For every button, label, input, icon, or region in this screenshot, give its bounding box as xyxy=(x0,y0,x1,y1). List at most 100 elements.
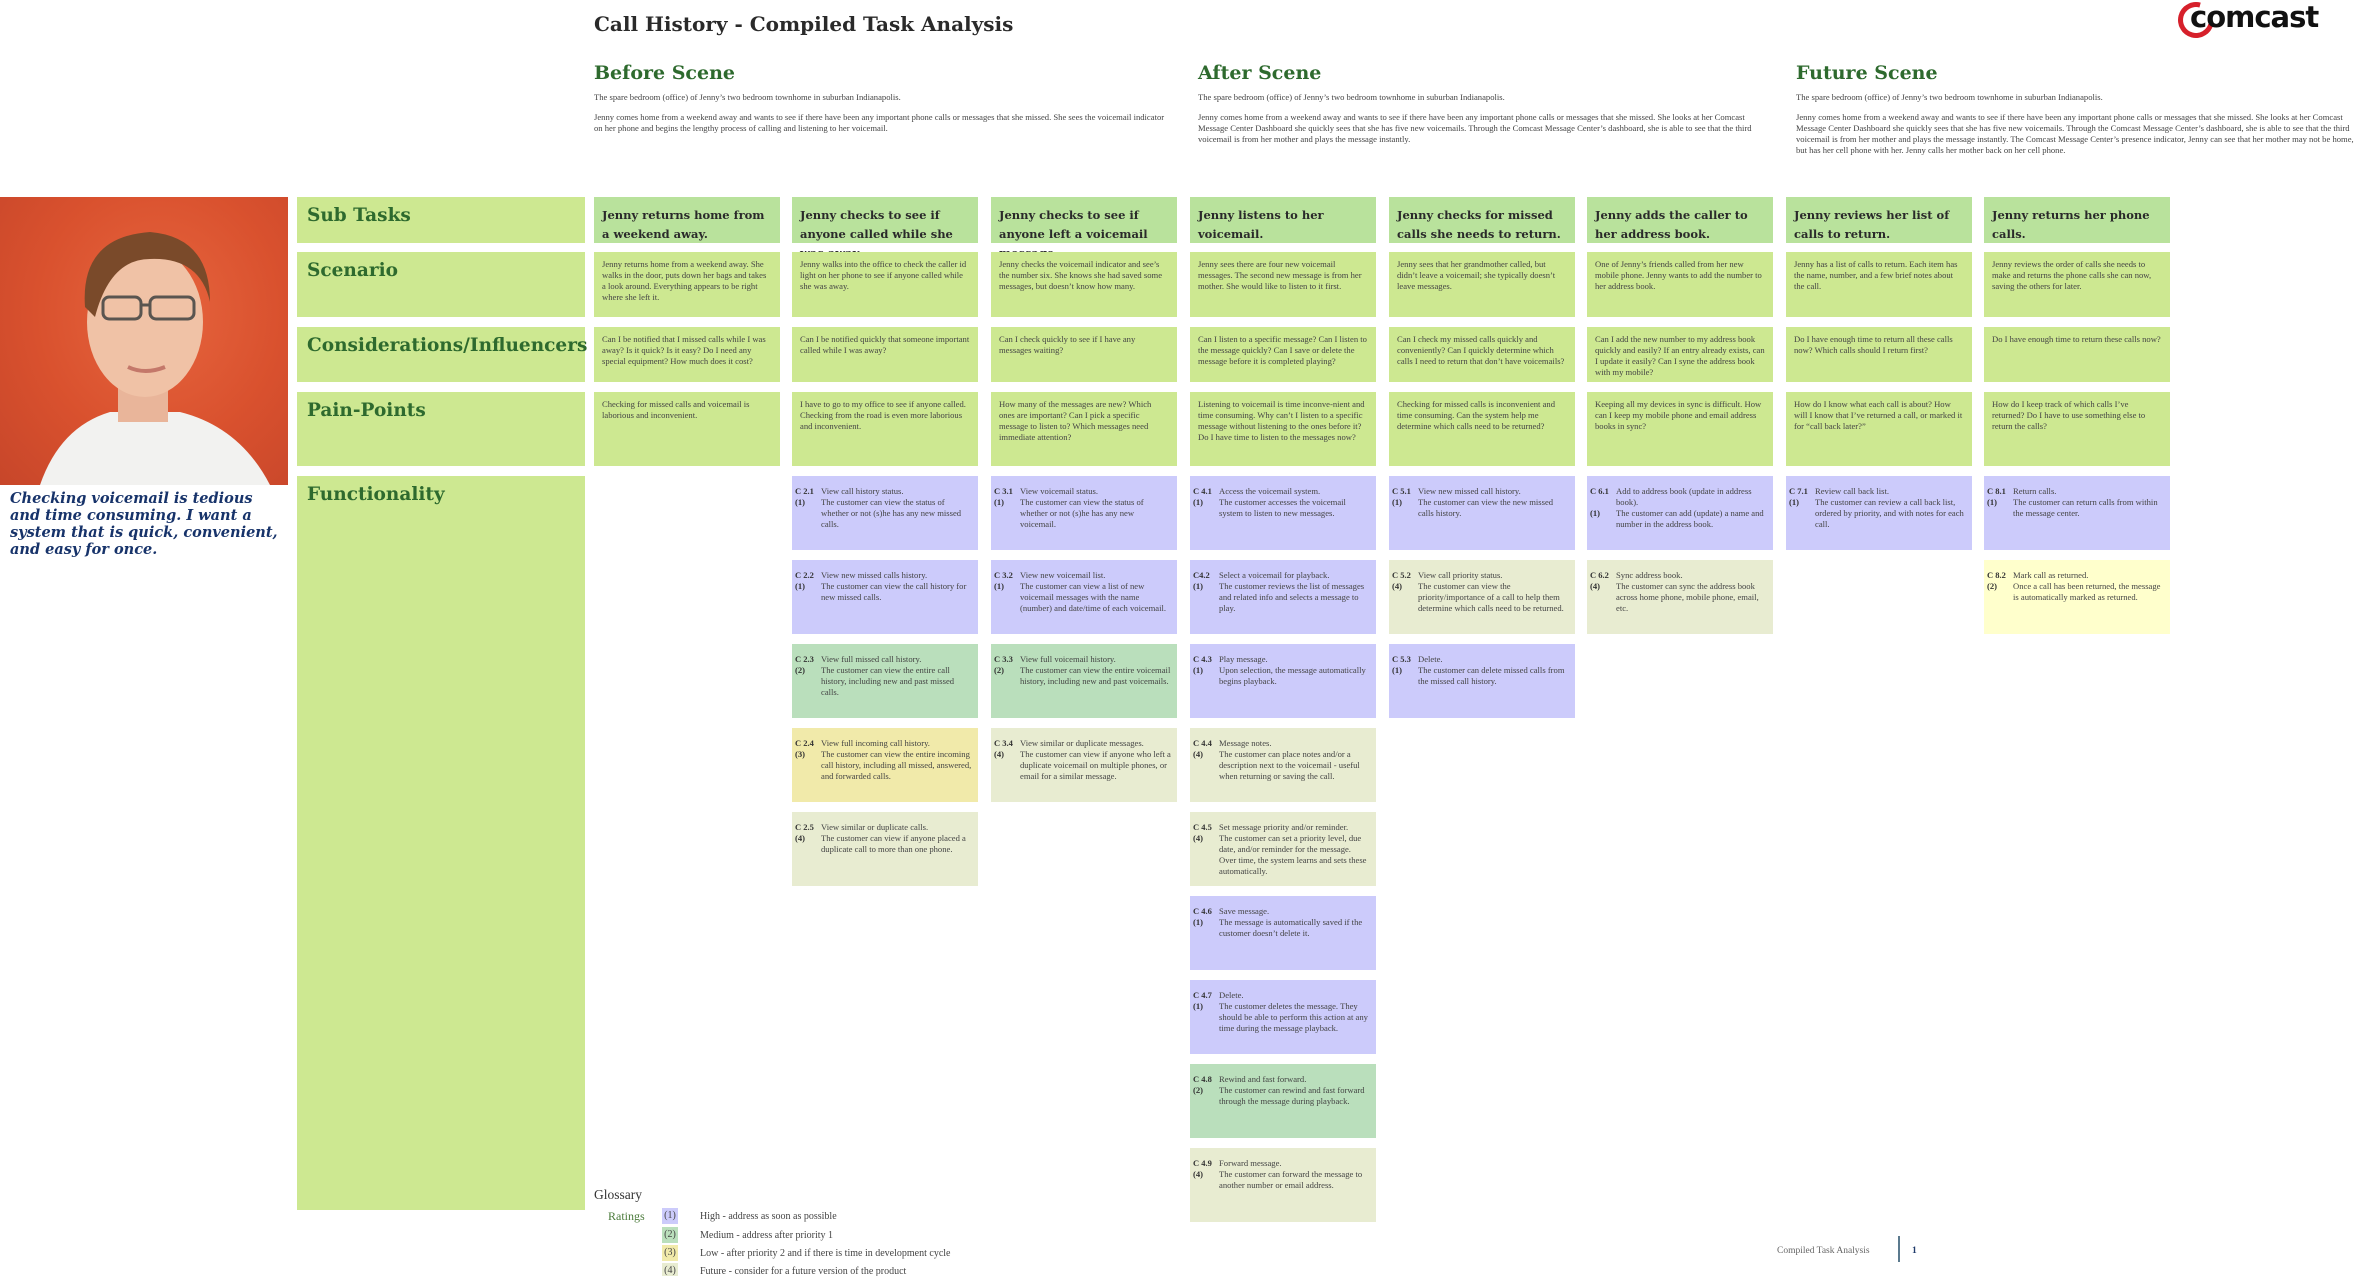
priority-rating: (1) xyxy=(1193,665,1204,675)
scenario-card-text: Jenny walks into the office to check the… xyxy=(800,259,967,291)
subtask-card: Jenny returns home from a weekend away. xyxy=(594,197,780,243)
glossary-item: (1) High - address as soon as possible xyxy=(662,1208,837,1224)
function-body: (1) The customer can view the call histor… xyxy=(795,581,972,603)
functionality-card: C 6.1 Add to address book (update in addr… xyxy=(1587,476,1773,550)
subtask-card: Jenny reviews her list of calls to retur… xyxy=(1786,197,1972,243)
function-description: The message is automatically saved if th… xyxy=(1219,917,1363,938)
function-header: C 2.3 View full missed call history. xyxy=(795,654,972,665)
functionality-card: C 3.2 View new voicemail list. (1) The cust… xyxy=(991,560,1177,634)
scenario-card: Jenny sees that her grandmother called, … xyxy=(1389,252,1575,317)
functionality-card: C 3.1 View voicemail status. (1) The custom… xyxy=(991,476,1177,550)
function-title: Sync address book. xyxy=(1616,570,1683,580)
functionality-card: C 4.4 Message notes. (4) The customer can p… xyxy=(1190,728,1376,802)
row-label-text: Considerations/Influencers xyxy=(307,335,588,356)
function-header: C 4.1 Access the voicemail system. xyxy=(1193,486,1370,497)
page-number: 1 xyxy=(1912,1246,1917,1256)
function-title: Review call back list. xyxy=(1815,486,1889,496)
function-description: The customer can view the status of whet… xyxy=(1020,497,1144,529)
function-body: (2) Once a call has been returned, the me… xyxy=(1987,581,2164,603)
priority-rating: (2) xyxy=(1987,581,1998,591)
scenario-card: Jenny has a list of calls to return. Eac… xyxy=(1786,252,1972,317)
scene-story: Jenny comes home from a weekend away and… xyxy=(1796,112,2354,155)
function-code: C 5.1 xyxy=(1392,486,1411,496)
subtask-card-text: Jenny returns home from a weekend away. xyxy=(602,208,765,241)
function-body: (4) The customer can place notes and/or a… xyxy=(1193,749,1370,782)
function-header: C 4.3 Play message. xyxy=(1193,654,1370,665)
function-body: (1) The customer can view the status of w… xyxy=(795,497,972,530)
functionality-card: C4.2 Select a voicemail for playback. (1) T… xyxy=(1190,560,1376,634)
function-body: (4) The customer can set a priority level… xyxy=(1193,833,1370,877)
subtask-card: Jenny checks to see if anyone left a voi… xyxy=(991,197,1177,260)
after-scene: After Scene The spare bedroom (office) o… xyxy=(1198,62,1768,154)
painpoints-card-text: How do I know what each call is about? H… xyxy=(1794,399,1963,431)
function-body: (4) The customer can view if anyone place… xyxy=(795,833,972,855)
priority-rating: (1) xyxy=(994,581,1005,591)
subtask-card: Jenny returns her phone calls. xyxy=(1984,197,2170,243)
priority-rating: (1) xyxy=(1193,917,1204,927)
persona-quote: Checking voicemail is tedious and time c… xyxy=(10,490,278,558)
function-header: C 2.1 View call history status. xyxy=(795,486,972,497)
function-header: C 4.5 Set message priority and/or reminde… xyxy=(1193,822,1370,833)
painpoints-card-text: Listening to voicemail is time inconve-n… xyxy=(1198,399,1365,442)
functionality-card: C 4.1 Access the voicemail system. (1) The … xyxy=(1190,476,1376,550)
row-label-subtasks: Sub Tasks xyxy=(297,197,585,243)
function-header: C 8.1 Return calls. xyxy=(1987,486,2164,497)
function-description: The customer can set a priority level, d… xyxy=(1219,833,1367,876)
function-header: C 5.1 View new missed call history. xyxy=(1392,486,1569,497)
function-body: (1) The customer can add (update) a name … xyxy=(1590,508,1767,530)
function-body: (2) The customer can view the entire call… xyxy=(795,665,972,698)
function-title: Forward message. xyxy=(1219,1158,1282,1168)
function-description: The customer deletes the message. They s… xyxy=(1219,1001,1368,1033)
function-header: C 6.2 Sync address book. xyxy=(1590,570,1767,581)
considerations-card-text: Can I be notified quickly that someone i… xyxy=(800,334,970,355)
function-description: The customer can view the entire incomin… xyxy=(821,749,972,781)
shirt-shape xyxy=(40,412,270,485)
function-title: Select a voicemail for playback. xyxy=(1219,570,1330,580)
row-label-painpoints: Pain-Points xyxy=(297,392,585,466)
function-body: (3) The customer can view the entire inco… xyxy=(795,749,972,782)
priority-rating: (4) xyxy=(1193,833,1204,843)
priority-rating: (1) xyxy=(795,581,806,591)
priority-rating: (4) xyxy=(1392,581,1403,591)
function-code: C 5.2 xyxy=(1392,570,1411,580)
function-code: C 4.5 xyxy=(1193,822,1212,832)
scenario-card-text: Jenny has a list of calls to return. Eac… xyxy=(1794,259,1958,291)
subtask-card-text: Jenny returns her phone calls. xyxy=(1992,208,2150,241)
function-description: The customer can view the new missed cal… xyxy=(1418,497,1554,518)
function-body: (1) The customer can return calls from wi… xyxy=(1987,497,2164,519)
subtask-card-text: Jenny listens to her voicemail. xyxy=(1198,208,1324,241)
priority-rating: (3) xyxy=(795,749,806,759)
function-description: The customer can view the priority/impor… xyxy=(1418,581,1564,613)
function-header: C 6.1 Add to address book (update in addr… xyxy=(1590,486,1767,508)
future-scene: Future Scene The spare bedroom (office) … xyxy=(1796,62,2361,165)
footer-divider xyxy=(1898,1236,1900,1262)
rating-description: Medium - address after priority 1 xyxy=(700,1229,834,1241)
row-label-functionality: Functionality xyxy=(297,476,585,1210)
function-title: View call history status. xyxy=(821,486,904,496)
functionality-card: C 8.1 Return calls. (1) The customer can re… xyxy=(1984,476,2170,550)
rating-description: Low - after priority 2 and if there is t… xyxy=(700,1247,951,1259)
glossary-item: (3) Low - after priority 2 and if there … xyxy=(662,1245,950,1261)
painpoints-card-text: How many of the messages are new? Which … xyxy=(999,399,1152,442)
function-description: The customer can forward the message to … xyxy=(1219,1169,1363,1190)
painpoints-card-text: Keeping all my devices in sync is diffic… xyxy=(1595,399,1762,431)
functionality-card: C 3.3 View full voicemail history. (2) The … xyxy=(991,644,1177,718)
function-title: View call priority status. xyxy=(1418,570,1503,580)
function-body: (1) The customer can delete missed calls … xyxy=(1392,665,1569,687)
function-code: C 2.4 xyxy=(795,738,814,748)
considerations-card-text: Do I have enough time to return these ca… xyxy=(1992,334,2161,344)
considerations-card: Do I have enough time to return these ca… xyxy=(1984,327,2170,382)
function-body: (4) The customer can view if anyone who l… xyxy=(994,749,1171,782)
function-code: C 3.2 xyxy=(994,570,1013,580)
function-body: (4) The customer can view the priority/im… xyxy=(1392,581,1569,614)
painpoints-card: Checking for missed calls is inconvenien… xyxy=(1389,392,1575,466)
scenario-card-text: Jenny checks the voicemail indicator and… xyxy=(999,259,1163,291)
priority-rating: (1) xyxy=(1987,497,1998,507)
functionality-card: C 2.2 View new missed calls history. (1) Th… xyxy=(792,560,978,634)
function-body: (1) The customer reviews the list of mess… xyxy=(1193,581,1370,614)
function-description: The customer can view the status of whet… xyxy=(821,497,962,529)
priority-rating: (4) xyxy=(1193,749,1204,759)
function-header: C 4.9 Forward message. xyxy=(1193,1158,1370,1169)
function-code: C 3.4 xyxy=(994,738,1013,748)
considerations-card-text: Can I check my missed calls quickly and … xyxy=(1397,334,1565,366)
